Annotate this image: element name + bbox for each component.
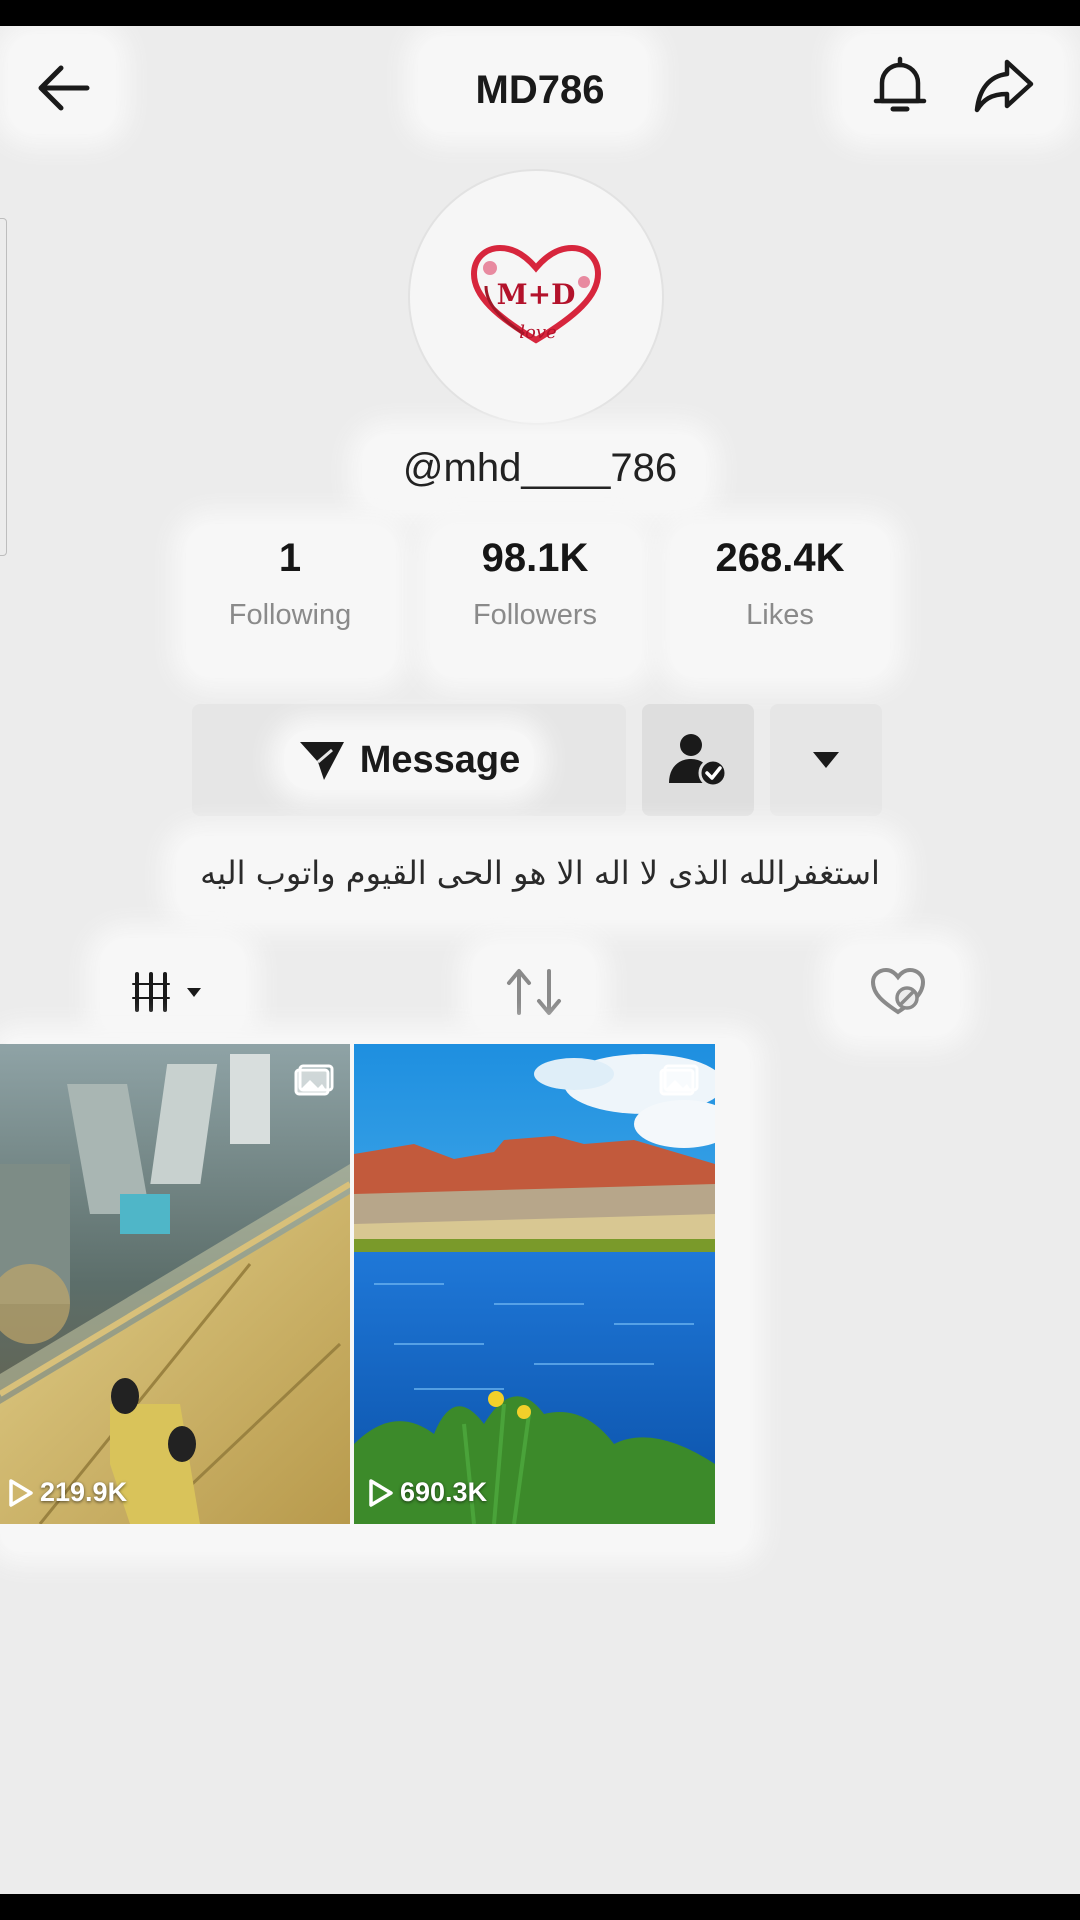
share-button[interactable]: [964, 46, 1044, 126]
avatar[interactable]: M+D love: [408, 169, 664, 425]
view-count-text-2: 690.3K: [400, 1477, 488, 1507]
view-count-2: 690.3K: [368, 1477, 487, 1508]
more-options-button[interactable]: [770, 704, 882, 816]
notification-bell-button[interactable]: [862, 46, 938, 126]
avatar-script: love: [519, 322, 556, 343]
caret-down-icon: [813, 752, 839, 768]
bell-icon: [873, 56, 927, 112]
user-check-icon: [669, 734, 728, 788]
content-tabs: [0, 938, 1080, 1046]
likes-label: Likes: [746, 599, 814, 631]
tab-videos[interactable]: [118, 952, 224, 1032]
following-count: 1: [278, 536, 302, 580]
message-button[interactable]: Message: [192, 704, 626, 816]
video-thumbnail-1[interactable]: 219.9K: [0, 1044, 350, 1524]
send-icon: [299, 742, 344, 780]
play-icon: [9, 1478, 33, 1507]
message-label: Message: [359, 738, 521, 781]
username: @mhd____786: [402, 446, 678, 490]
heart-logo-icon: M+D love: [470, 244, 602, 344]
photo-post-icon: [294, 1064, 334, 1096]
bio-text: استغفرالله الذى لا اله الا هو الحى القيو…: [200, 854, 880, 892]
photo-post-icon: [659, 1064, 699, 1096]
avatar-initials: M+D: [497, 278, 576, 311]
video-thumbnail-image-2: [354, 1044, 715, 1524]
tab-reposts[interactable]: [494, 956, 574, 1028]
followers-count: 98.1K: [481, 536, 589, 580]
scroll-edge-indicator: [0, 218, 7, 556]
play-icon: [369, 1478, 393, 1507]
view-count-text-1: 219.9K: [40, 1477, 128, 1507]
video-thumbnail-2[interactable]: 690.3K: [354, 1044, 715, 1524]
stat-following[interactable]: 1 Following: [190, 536, 390, 632]
repost-icon: [507, 969, 561, 1015]
share-icon: [974, 59, 1034, 113]
stat-likes[interactable]: 268.4K Likes: [676, 536, 884, 632]
stat-followers[interactable]: 98.1K Followers: [434, 536, 636, 632]
liked-hidden-icon: [870, 967, 926, 1015]
view-count-1: 219.9K: [8, 1477, 127, 1508]
profile-screen: MD786 M+D love @mhd____786 1 Following 9…: [0, 26, 1080, 1894]
friends-status-button[interactable]: [642, 704, 754, 816]
likes-count: 268.4K: [715, 536, 845, 580]
grid-icon: [132, 972, 201, 1012]
following-label: Following: [228, 599, 352, 631]
top-bar: MD786: [0, 26, 1080, 146]
followers-label: Followers: [472, 599, 598, 631]
video-thumbnail-image-1: [0, 1044, 350, 1524]
tab-liked[interactable]: [858, 956, 938, 1028]
